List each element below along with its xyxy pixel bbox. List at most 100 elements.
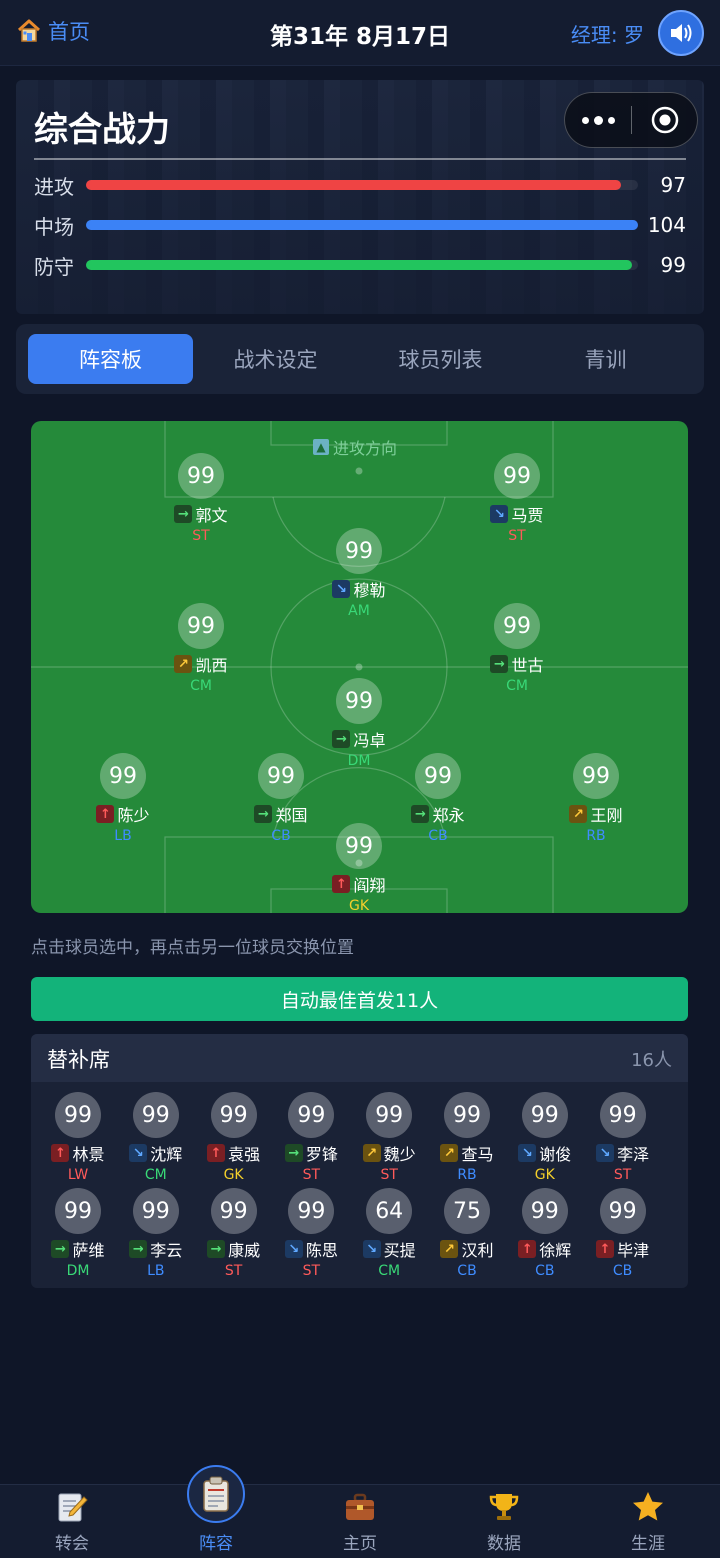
player-name-row: ↑ 毕津 <box>584 1237 662 1261</box>
power-divider <box>34 158 686 160</box>
close-button[interactable] <box>632 93 697 147</box>
trend-falling-icon: ↘ <box>362 1240 381 1258</box>
stat-row-defense: 防守 99 <box>34 250 686 280</box>
tab-player-list[interactable]: 球员列表 <box>358 334 523 384</box>
player-rating: 99 <box>521 1188 568 1234</box>
player-name: 谢俊 <box>539 1145 572 1164</box>
trend-steady-icon: → <box>129 1240 148 1258</box>
bench-player[interactable]: 99 ↗ 查马 RB <box>428 1092 506 1183</box>
briefcase-icon <box>342 1489 378 1525</box>
player-name: 毕津 <box>617 1241 650 1260</box>
player-name: 穆勒 <box>353 581 386 600</box>
player-rating: 99 <box>132 1092 179 1138</box>
player-name: 李泽 <box>617 1145 650 1164</box>
tab-youth[interactable]: 青训 <box>523 334 688 384</box>
player-rating: 99 <box>444 1092 490 1138</box>
pitch-player[interactable]: 99 → 郭文 ST <box>156 453 246 544</box>
player-name-row: ↘ 马贾 <box>472 502 562 526</box>
pitch-player[interactable]: 99 ↗ 凯西 CM <box>156 603 246 694</box>
player-rating: 99 <box>366 1092 413 1138</box>
nav-item-lineup[interactable]: 阵容 <box>144 1465 288 1558</box>
manager-name[interactable]: 经理: 罗 <box>571 19 644 48</box>
player-rating: 99 <box>599 1092 646 1138</box>
trend-steady-icon: → <box>490 655 509 673</box>
bench-count: 16人 <box>631 1050 672 1071</box>
trend-rising-icon: ↗ <box>569 805 588 823</box>
auto-best-lineup-button[interactable]: 自动最佳首发11人 <box>31 977 688 1021</box>
pitch-player[interactable]: 99 → 冯卓 DM <box>314 678 404 769</box>
player-name-row: → 郑永 <box>393 802 483 826</box>
swap-hint: 点击球员选中，再点击另一位球员交换位置 <box>31 938 354 958</box>
pitch-player[interactable]: 99 ↑ 阎翔 GK <box>314 823 404 913</box>
home-label: 首页 <box>48 20 90 44</box>
bench-player[interactable]: 99 ↘ 沈辉 CM <box>117 1092 195 1183</box>
bench-player[interactable]: 99 ↘ 陈思 ST <box>272 1188 350 1279</box>
trend-up-icon: ↑ <box>518 1240 537 1258</box>
player-name-row: ↘ 谢俊 <box>506 1141 584 1165</box>
nav-label: 转会 <box>55 1534 89 1554</box>
pitch-player[interactable]: 99 ↘ 马贾 ST <box>472 453 562 544</box>
tab-lineup-board[interactable]: 阵容板 <box>28 334 193 384</box>
player-name-row: → 康威 <box>195 1237 273 1261</box>
bench-player[interactable]: 99 ↑ 林景 LW <box>39 1092 117 1183</box>
player-name: 李云 <box>150 1241 183 1260</box>
bench-player[interactable]: 99 ↑ 徐辉 CB <box>506 1188 584 1279</box>
pitch-player[interactable]: 99 ↑ 陈少 LB <box>78 753 168 844</box>
player-position: LB <box>147 1263 165 1279</box>
home-link[interactable]: 首页 <box>16 16 90 46</box>
sound-button[interactable] <box>658 10 704 56</box>
player-name: 罗锋 <box>305 1145 338 1164</box>
player-name: 陈少 <box>117 806 150 825</box>
target-icon <box>651 106 678 134</box>
player-rating: 99 <box>288 1092 335 1138</box>
more-button[interactable] <box>565 93 631 147</box>
nav-item-career[interactable]: 生涯 <box>576 1485 720 1558</box>
player-rating: 99 <box>210 1188 257 1234</box>
player-name-row: → 冯卓 <box>314 727 404 751</box>
trend-steady-icon: → <box>254 805 273 823</box>
tab-tactics[interactable]: 战术设定 <box>193 334 358 384</box>
pitch-player[interactable]: 99 ↗ 王刚 RB <box>551 753 641 844</box>
nav-item-data[interactable]: 数据 <box>432 1485 576 1558</box>
nav-item-transfer[interactable]: 转会 <box>0 1485 144 1558</box>
pitch-player[interactable]: 99 → 世古 CM <box>472 603 562 694</box>
stat-value: 104 <box>647 213 686 237</box>
player-name-row: ↘ 陈思 <box>272 1237 350 1261</box>
player-name-row: ↑ 陈少 <box>78 802 168 826</box>
player-rating: 99 <box>258 753 304 799</box>
pitch-player[interactable]: 99 → 郑永 CB <box>393 753 483 844</box>
clipboard-icon <box>187 1465 245 1523</box>
bench-player[interactable]: 99 ↑ 袁强 GK <box>195 1092 273 1183</box>
bench-player[interactable]: 64 ↘ 买提 CM <box>350 1188 428 1279</box>
bench-player[interactable]: 99 ↗ 魏少 ST <box>350 1092 428 1183</box>
nav-item-home[interactable]: 主页 <box>288 1485 432 1558</box>
bench-player[interactable]: 99 → 罗锋 ST <box>272 1092 350 1183</box>
bench-player[interactable]: 75 ↗ 汉利 CB <box>428 1188 506 1279</box>
player-position: ST <box>380 1167 398 1183</box>
trend-rising-icon: ↗ <box>440 1240 459 1258</box>
player-rating: 99 <box>288 1188 335 1234</box>
player-position: RB <box>457 1167 477 1183</box>
player-name-row: ↘ 沈辉 <box>117 1141 195 1165</box>
bench-player[interactable]: 99 ↘ 李泽 ST <box>584 1092 662 1183</box>
player-position: CM <box>190 678 212 694</box>
player-rating: 99 <box>336 678 382 724</box>
bench-player[interactable]: 99 → 康威 ST <box>195 1188 273 1279</box>
trophy-icon <box>486 1489 522 1525</box>
nav-label: 数据 <box>487 1534 521 1554</box>
player-name: 魏少 <box>383 1145 416 1164</box>
stat-fill <box>86 260 633 270</box>
pitch-player[interactable]: 99 → 郑国 CB <box>236 753 326 844</box>
top-bar: 首页 第31年 8月17日 经理: 罗 <box>0 0 720 66</box>
stat-fill <box>86 180 622 190</box>
player-name-row: ↑ 林景 <box>39 1141 117 1165</box>
bench-player[interactable]: 99 ↑ 毕津 CB <box>584 1188 662 1279</box>
bench-player[interactable]: 99 → 李云 LB <box>117 1188 195 1279</box>
bench-player[interactable]: 99 → 萨维 DM <box>39 1188 117 1279</box>
player-rating: 64 <box>366 1188 413 1234</box>
trend-up-icon: ↑ <box>332 875 351 893</box>
bench-player[interactable]: 99 ↘ 谢俊 GK <box>506 1092 584 1183</box>
player-position: GK <box>348 898 370 913</box>
trend-falling-icon: ↘ <box>284 1240 303 1258</box>
pitch-player[interactable]: 99 ↘ 穆勒 AM <box>314 528 404 619</box>
